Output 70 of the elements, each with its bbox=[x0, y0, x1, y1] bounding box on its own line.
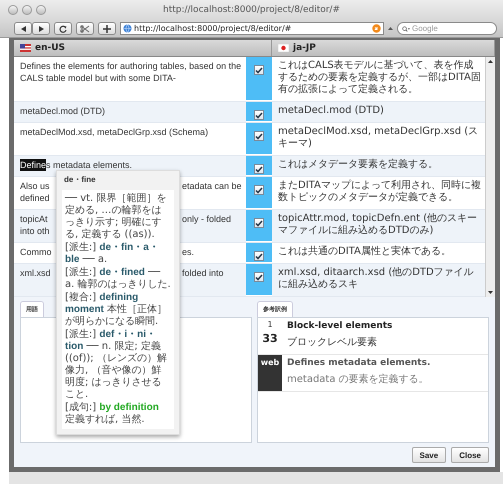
checkbox[interactable] bbox=[254, 65, 264, 75]
source-text: xml.xsd bbox=[20, 267, 52, 279]
source-text: metaDecl.mod (DTD) bbox=[20, 105, 106, 117]
source-text: etadata can be bbox=[182, 180, 242, 192]
source-text: Also us bbox=[20, 180, 51, 192]
source-text: topicAt bbox=[20, 213, 49, 225]
checkbox[interactable] bbox=[254, 164, 264, 174]
scissors-icon bbox=[80, 24, 90, 32]
translation-text: これは共通のDITA属性と実体である。 bbox=[277, 244, 452, 259]
source-text: s metadata elements. bbox=[46, 159, 132, 171]
reference-source: Block-level elements bbox=[287, 321, 394, 331]
selected-word: Define bbox=[20, 159, 46, 171]
source-text: folded into bbox=[182, 267, 224, 279]
headword: de・fine bbox=[63, 174, 97, 186]
source-text: Defines the elements for authoring tables, based on the CALS table model but with some DITA- bbox=[20, 60, 242, 84]
column-label: ja-JP bbox=[293, 43, 316, 53]
back-button[interactable] bbox=[14, 22, 32, 35]
source-text: Commo bbox=[20, 246, 53, 258]
checkbox[interactable] bbox=[254, 110, 264, 120]
dropdown-icon[interactable] bbox=[388, 26, 393, 30]
translation-text: これはCALS表モデルに基づいて、表を作成するための要素を定義するが、一部はDITA固有の拡張によって定義される。 bbox=[277, 58, 482, 97]
definition-entry: [派生:] def・i・ni・tion ── n. 限定; 定義 ((of)); （レンズの）解像力, （音や像の）鮮明度; はっきりさせること. bbox=[65, 329, 168, 401]
snapshot-button[interactable] bbox=[76, 22, 94, 35]
translation-text: xml.xsd, ditaarch.xsd (他のDTDファイルに組み込めるスキ bbox=[277, 266, 475, 292]
definition-entry: [成句:] by definition 定義すれば, 当然. bbox=[65, 402, 160, 426]
search-input[interactable]: Google bbox=[412, 24, 492, 33]
match-rank: 1 bbox=[267, 320, 273, 329]
source-text: defined bbox=[20, 192, 51, 204]
source-text: es. bbox=[182, 246, 194, 258]
definition-entry: [派生:] de・fined ── a. 輪郭のはっきりした. bbox=[65, 267, 171, 291]
translation-text: metaDeclMod.xsd, metaDeclGrp.xsd (スキーマ) bbox=[277, 125, 480, 151]
globe-icon bbox=[123, 24, 132, 33]
forward-button[interactable] bbox=[32, 22, 50, 35]
reload-icon bbox=[59, 24, 67, 32]
dialog-button[interactable]: Save bbox=[412, 447, 446, 463]
column-label: en-US bbox=[35, 43, 66, 53]
window-title: http://localhost:8000/project/8/editor/# bbox=[162, 5, 340, 15]
address-field[interactable]: http://localhost:8000/project/8/editor/# bbox=[120, 22, 384, 35]
reference-translation: ブロックレベル要素 bbox=[287, 336, 378, 349]
japan-flag-icon bbox=[278, 44, 289, 52]
source-badge: web bbox=[258, 355, 282, 391]
definition-entry: ── vt. 限界［範囲］を定める, …の輪郭をはっきり示す; 明確にする, 定義する ((as)). bbox=[65, 193, 168, 241]
dialog-button[interactable]: Close bbox=[451, 447, 489, 463]
plus-icon bbox=[103, 24, 111, 32]
translation-text: またDITAマップによって利用され、同時に複数トピックのメタデータが定義できる。 bbox=[277, 178, 482, 205]
translation-text: topicAttr.mod, topicDefn.ent (他のスキーマファイルに組み込めるDTDのみ) bbox=[277, 212, 478, 238]
add-bookmark-button[interactable] bbox=[98, 22, 116, 35]
source-text: only - folded bbox=[182, 213, 232, 225]
search-icon bbox=[402, 24, 410, 32]
translation-text: これはメタデータ要素を定義する。 bbox=[277, 158, 439, 172]
definition-entry: [複合:] defining moment 本性［正体］が明らかになる瞬間. bbox=[65, 292, 168, 328]
search-field[interactable]: Google bbox=[397, 22, 497, 35]
match-score: 33 bbox=[262, 332, 278, 345]
right-triangle-icon bbox=[38, 26, 44, 32]
reference-source: Defines metadata elements. bbox=[287, 358, 432, 368]
source-text: into oth bbox=[20, 225, 51, 237]
scrollbar[interactable] bbox=[485, 57, 495, 297]
left-triangle-icon bbox=[20, 26, 26, 32]
reference-translation: metadata の要素を定義する。 bbox=[287, 372, 430, 386]
checkbox[interactable] bbox=[254, 251, 264, 261]
translation-text: metaDecl.mod (DTD) bbox=[277, 104, 385, 118]
checkbox[interactable] bbox=[254, 185, 264, 195]
url-text: http://localhost:8000/project/8/editor/# bbox=[134, 24, 292, 33]
reload-button[interactable] bbox=[54, 22, 72, 35]
checkbox[interactable] bbox=[254, 272, 264, 282]
us-flag-icon bbox=[20, 44, 31, 52]
definition-entry: [派生:] de・fin・a・ble ── a. bbox=[65, 242, 160, 266]
checkbox[interactable] bbox=[254, 131, 264, 141]
source-text: metaDeclMod.xsd, metaDeclGrp.xsd (Schema) bbox=[20, 126, 210, 138]
checkbox[interactable] bbox=[254, 218, 264, 228]
